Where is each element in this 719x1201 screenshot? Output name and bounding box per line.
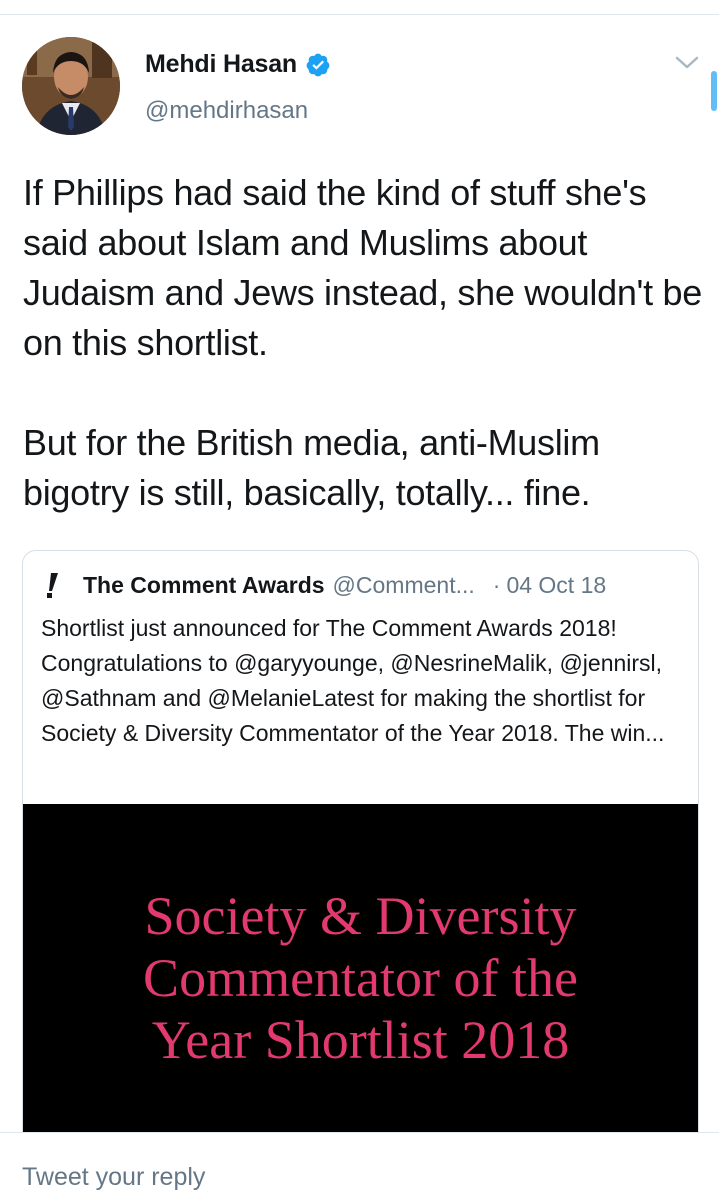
author-handle[interactable]: @mehdirhasan <box>145 97 308 125</box>
quoted-tweet-card[interactable]: The Comment Awards @Comment... · 04 Oct … <box>22 550 699 1152</box>
quoted-tweet-text: Shortlist just announced for The Comment… <box>41 615 665 746</box>
quoted-author-name: The Comment Awards <box>83 571 325 598</box>
avatar[interactable] <box>22 37 120 135</box>
header-separator: · <box>492 571 501 598</box>
quoted-author-handle: @Comment... <box>332 571 475 598</box>
author-name[interactable]: Mehdi Hasan <box>145 50 297 79</box>
scroll-indicator[interactable] <box>711 71 717 111</box>
tweet-text: If Phillips had said the kind of stuff s… <box>23 172 702 513</box>
reply-bar[interactable]: Tweet your reply <box>0 1132 719 1201</box>
quoted-tweet-header: The Comment Awards @Comment... · 04 Oct … <box>41 571 691 599</box>
quoted-tweet-date: 04 Oct 18 <box>506 571 607 598</box>
reply-input[interactable]: Tweet your reply <box>22 1163 205 1192</box>
avatar-image <box>22 37 120 135</box>
author-row: Mehdi Hasan <box>145 50 331 79</box>
media-title-text: Society & Diversity Commentator of the Y… <box>143 885 578 1070</box>
quoted-tweet-media[interactable]: Society & Diversity Commentator of the Y… <box>23 804 698 1151</box>
exclamation-logo-icon <box>43 571 61 599</box>
top-divider <box>0 14 719 15</box>
verified-badge-icon <box>305 52 331 78</box>
chevron-down-icon[interactable] <box>674 54 700 72</box>
